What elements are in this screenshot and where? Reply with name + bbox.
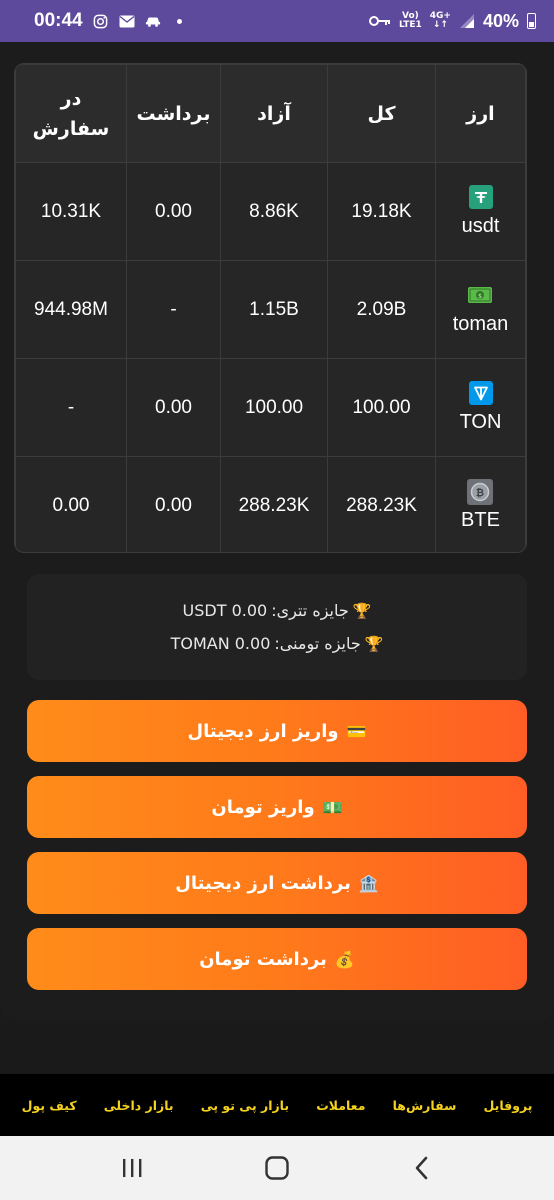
header-withdrawal: برداشت xyxy=(126,64,221,163)
car-icon xyxy=(145,13,161,29)
withdrawal-cell: 0.00 xyxy=(126,162,221,261)
withdraw-crypto-label: برداشت ارز دیجیتال xyxy=(175,872,351,894)
tether-reward: 🏆 جایزه تتری: USDT 0.00 xyxy=(183,601,372,620)
svg-text:₿: ₿ xyxy=(475,487,483,499)
status-right: Vo) LTE1 4G+ ↓↑ 40% xyxy=(368,10,536,32)
nav-item-p2p-market[interactable]: بازار پی تو پی xyxy=(201,1098,289,1113)
deposit-toman-button[interactable]: 💵 واریز تومان xyxy=(27,776,527,838)
recent-apps-icon xyxy=(123,1159,142,1177)
free-cell: 1.15B xyxy=(220,260,328,359)
deposit-toman-label: واریز تومان xyxy=(211,796,315,818)
notification-dot-icon xyxy=(176,18,182,24)
deposit-crypto-label: واریز ارز دیجیتال xyxy=(187,720,339,742)
header-in-order: در سفارش xyxy=(15,64,127,163)
home-button[interactable] xyxy=(255,1146,299,1190)
in-order-cell: 0.00 xyxy=(15,456,127,552)
withdraw-crypto-button[interactable]: 🏦 برداشت ارز دیجیتال xyxy=(27,852,527,914)
trophy-icon: 🏆 xyxy=(364,634,384,653)
free-cell: 288.23K xyxy=(220,456,328,552)
ton-icon xyxy=(468,381,493,405)
svg-text:$: $ xyxy=(478,293,482,300)
banknote-icon: 💵 xyxy=(322,797,343,817)
table-row: $ toman 2.09B 1.15B - 944.98M xyxy=(15,260,526,359)
wallet-panel: ارز کل آزاد برداشت در سفارش usdt 19.18K … xyxy=(0,42,554,1020)
battery-percentage: 40% xyxy=(482,10,519,31)
credit-card-icon: 💳 xyxy=(346,721,367,741)
home-icon xyxy=(265,1156,289,1180)
rewards-card: 🏆 جایزه تتری: USDT 0.00 🏆 جایزه تومنی: T… xyxy=(27,574,527,680)
total-cell: 2.09B xyxy=(327,260,436,359)
withdraw-toman-label: برداشت تومان xyxy=(199,948,327,970)
currency-name: BTE xyxy=(461,509,500,531)
signal-icon xyxy=(459,13,475,29)
instagram-icon xyxy=(93,13,109,29)
table-row: TON 100.00 100.00 0.00 - xyxy=(15,358,526,457)
network-type: 4G+ ↓↑ xyxy=(430,12,451,30)
nav-item-orders[interactable]: سفارش‌ها xyxy=(393,1098,457,1113)
money-icon: $ xyxy=(467,283,493,307)
table-row: usdt 19.18K 8.86K 0.00 10.31K xyxy=(15,162,526,261)
currency-cell: ₿ BTE xyxy=(435,456,526,552)
currency-cell: TON xyxy=(435,358,526,457)
back-icon xyxy=(415,1156,427,1180)
toman-reward: 🏆 جایزه تومنی: TOMAN 0.00 xyxy=(171,634,384,653)
tether-reward-label: جایزه تتری: xyxy=(271,601,349,620)
deposit-crypto-button[interactable]: 💳 واریز ارز دیجیتال xyxy=(27,700,527,762)
toman-reward-label: جایزه تومنی: xyxy=(274,634,361,653)
battery-icon xyxy=(527,13,536,29)
bottom-nav: پروفایل سفارش‌ها معاملات بازار پی تو پی … xyxy=(0,1074,554,1136)
status-left: 00:44 xyxy=(34,10,182,32)
currency-name: TON xyxy=(459,411,502,433)
header-free: آزاد xyxy=(220,64,328,163)
in-order-cell: 10.31K xyxy=(15,162,127,261)
nav-item-profile[interactable]: پروفایل xyxy=(483,1098,532,1113)
balances-table: ارز کل آزاد برداشت در سفارش usdt 19.18K … xyxy=(15,64,526,552)
tether-reward-value: USDT 0.00 xyxy=(182,601,268,620)
total-cell: 288.23K xyxy=(327,456,436,552)
currency-name: toman xyxy=(452,313,509,335)
currency-cell: usdt xyxy=(435,162,526,261)
nav-item-trades[interactable]: معاملات xyxy=(316,1098,365,1113)
header-total: کل xyxy=(327,64,436,163)
in-order-cell: - xyxy=(15,358,127,457)
total-cell: 19.18K xyxy=(327,162,436,261)
vpn-key-icon xyxy=(368,13,391,29)
network-bottom-text: LTE1 xyxy=(398,20,422,30)
system-nav-bar xyxy=(0,1136,554,1200)
currency-cell: $ toman xyxy=(435,260,526,359)
back-button[interactable] xyxy=(400,1146,444,1190)
status-time: 00:44 xyxy=(34,10,83,31)
header-currency: ارز xyxy=(435,64,526,163)
free-cell: 100.00 xyxy=(220,358,328,457)
recent-apps-button[interactable] xyxy=(110,1146,154,1190)
tether-icon xyxy=(468,185,493,209)
status-bar: 00:44 Vo) LTE1 4G+ ↓↑ 40% xyxy=(0,0,554,42)
bank-icon: 🏦 xyxy=(358,873,379,893)
toman-reward-value: TOMAN 0.00 xyxy=(170,634,271,653)
in-order-cell: 944.98M xyxy=(15,260,127,359)
bte-coin-icon: ₿ xyxy=(466,479,493,505)
free-cell: 8.86K xyxy=(220,162,328,261)
network-indicator: Vo) LTE1 xyxy=(399,12,422,30)
mail-icon xyxy=(119,13,135,29)
withdrawal-cell: 0.00 xyxy=(126,456,221,552)
withdraw-toman-button[interactable]: 💰 برداشت تومان xyxy=(27,928,527,990)
table-row: ₿ BTE 288.23K 288.23K 0.00 0.00 xyxy=(15,456,526,552)
withdrawal-cell: 0.00 xyxy=(126,358,221,457)
currency-name: usdt xyxy=(461,215,500,237)
nav-item-wallet[interactable]: کیف پول xyxy=(22,1098,77,1113)
data-arrows-icon: ↓↑ xyxy=(432,20,448,30)
balances-table-container: ارز کل آزاد برداشت در سفارش usdt 19.18K … xyxy=(14,63,527,553)
nav-item-internal-market[interactable]: بازار داخلی xyxy=(104,1098,174,1113)
total-cell: 100.00 xyxy=(327,358,436,457)
withdrawal-cell: - xyxy=(126,260,221,359)
table-header-row: ارز کل آزاد برداشت در سفارش xyxy=(15,64,526,163)
trophy-icon: 🏆 xyxy=(352,601,372,620)
money-bag-icon: 💰 xyxy=(334,949,355,969)
